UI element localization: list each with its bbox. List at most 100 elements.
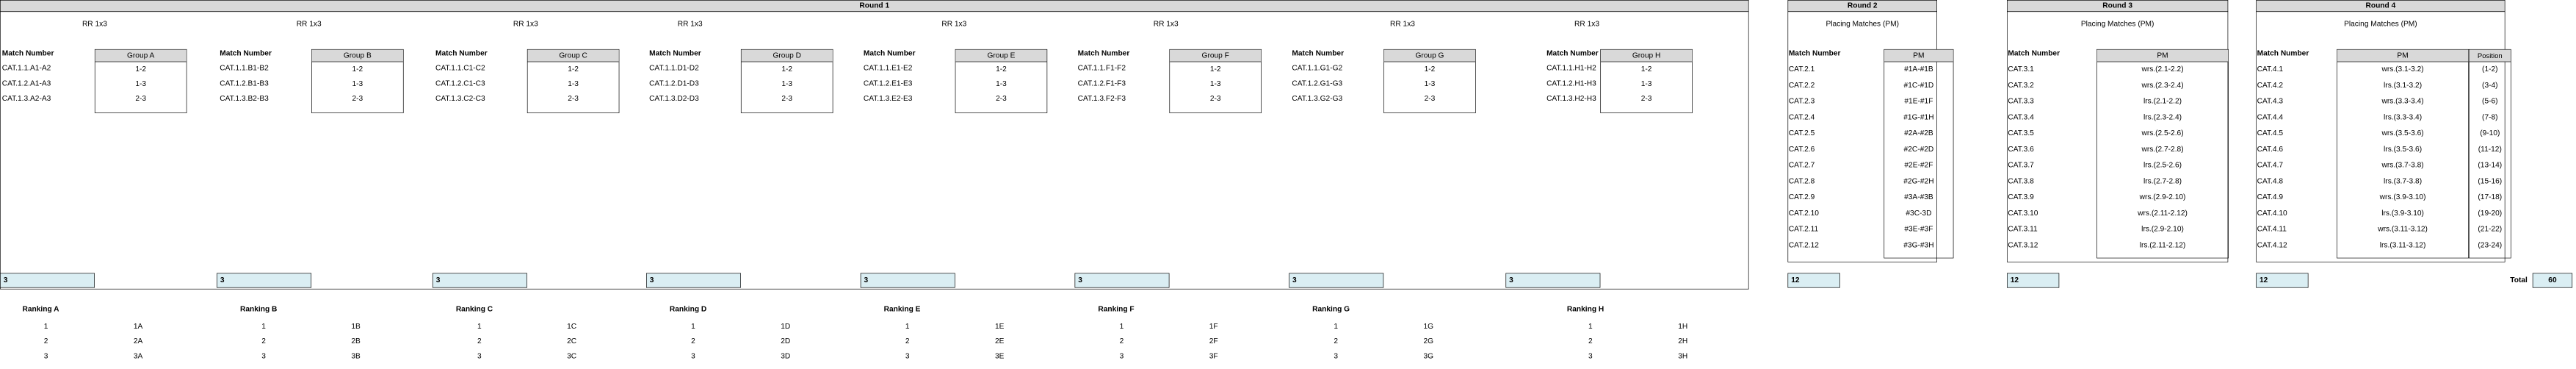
placing-match-number: CAT.3.8	[2008, 176, 2034, 185]
ranking-position: 1	[477, 322, 482, 331]
group-match-number-label: Match Number	[1, 49, 54, 58]
placing-match-number: CAT.3.4	[2008, 112, 2034, 121]
placing-match-number: CAT.3.10	[2008, 209, 2038, 218]
ranking-position: 1	[261, 322, 266, 331]
group-match-number-label: Match Number	[1292, 49, 1345, 58]
round3-match-number-label: Match Number	[2008, 49, 2061, 58]
group-match: CAT.1.1.G1-G2	[1292, 64, 1343, 73]
ranking-code: 1B	[351, 322, 361, 331]
group-match: CAT.1.3.A2-A3	[1, 94, 51, 103]
group-match-number-label: Match Number	[1077, 49, 1130, 58]
round2-count: 12	[1787, 273, 1840, 288]
placing-match-number: CAT.4.4	[2257, 112, 2284, 121]
group-pair: 1-2	[781, 65, 793, 74]
group-pair: 1-3	[135, 79, 147, 88]
round1-subtitle: RR 1x3	[296, 19, 322, 29]
group-pair: 1-2	[1424, 65, 1436, 74]
group-pair: 2-3	[996, 94, 1007, 103]
ranking-code: 1H	[1678, 322, 1688, 331]
placing-match-number: CAT.3.3	[2008, 96, 2034, 106]
group-pair: 1-2	[996, 65, 1007, 74]
group-pair: 1-2	[135, 65, 147, 74]
group-box: Group F 1-2 1-3 2-3	[1169, 49, 1262, 113]
group-box: Group H 1-2 1-3 2-3	[1600, 49, 1693, 113]
group-name: Group H	[1601, 49, 1693, 62]
placing-match-pm: lrs.(3.11-3.12)	[2379, 240, 2426, 250]
placing-match-number: CAT.2.10	[1788, 209, 1819, 218]
placing-match-position: (7-8)	[2482, 112, 2498, 121]
placing-match-pm: lrs.(3.1-3.2)	[2384, 81, 2423, 90]
group-name: Group G	[1383, 49, 1476, 62]
group-match: CAT.1.3.H2-H3	[1546, 94, 1596, 103]
group-name: Group A	[95, 49, 187, 62]
round1-subtitle: RR 1x3	[513, 19, 538, 29]
group-match: CAT.1.3.E2-E3	[863, 94, 913, 103]
group-name: Group F	[1170, 49, 1262, 62]
group-count: 3	[0, 273, 95, 288]
placing-match-pm: wrs.(3.5-3.6)	[2381, 129, 2424, 137]
ranking-code: 2G	[1423, 337, 1434, 345]
group-name: Group B	[311, 49, 403, 62]
ranking-position: 1	[691, 322, 695, 331]
ranking-position: 1	[43, 322, 48, 331]
placing-match-number: CAT.2.7	[1788, 160, 1815, 170]
group-box: Group B 1-2 1-3 2-3	[311, 49, 404, 113]
group-name: Group D	[741, 49, 833, 62]
round1-subtitle: RR 1x3	[1153, 19, 1179, 29]
placing-match-position: (3-4)	[2482, 81, 2498, 90]
placing-match-pm: lrs.(3.7-3.8)	[2384, 176, 2423, 185]
group-match: CAT.1.2.H1-H3	[1546, 79, 1596, 88]
group-count: 3	[860, 273, 955, 288]
placing-match-pm: lrs.(2.11-2.12)	[2139, 240, 2186, 250]
placing-match-pm: lrs.(3.5-3.6)	[2384, 145, 2423, 154]
round1-subtitle: RR 1x3	[1574, 19, 1599, 29]
ranking-code: 2B	[351, 337, 361, 345]
placing-match-pm: wrs.(2.9-2.10)	[2139, 193, 2186, 201]
placing-match-number: CAT.4.9	[2257, 193, 2284, 201]
ranking-position: 2	[43, 337, 48, 345]
group-box: Group A 1-2 1-3 2-3	[94, 49, 187, 113]
placing-match-number: CAT.2.4	[1788, 112, 1815, 121]
placing-match-pm: lrs.(2.3-2.4)	[2143, 112, 2182, 121]
ranking-position: 1	[1588, 322, 1593, 331]
group-pair: 1-3	[781, 79, 793, 88]
placing-match-number: CAT.2.8	[1788, 176, 1815, 185]
ranking-title: Ranking C	[455, 304, 493, 314]
round4-subtitle: Placing Matches (PM)	[2344, 19, 2417, 29]
ranking-code: 2A	[133, 337, 143, 345]
group-pair: 1-3	[1209, 79, 1221, 88]
placing-match-pm: lrs.(2.5-2.6)	[2143, 160, 2182, 170]
placing-match-number: CAT.2.6	[1788, 145, 1815, 154]
placing-match-pm: #2C-#2D	[1903, 145, 1934, 154]
ranking-code: 3B	[351, 351, 361, 360]
ranking-position: 3	[477, 351, 482, 360]
group-match: CAT.1.2.F1-F3	[1077, 79, 1126, 88]
group-match-number-label: Match Number	[1546, 49, 1599, 58]
round2-header: Round 2	[1787, 0, 1938, 12]
placing-match-position: (1-2)	[2482, 65, 2498, 74]
group-pair: 1-3	[1640, 79, 1652, 88]
ranking-position: 2	[905, 337, 910, 345]
placing-match-number: CAT.4.3	[2257, 96, 2284, 106]
placing-match-number: CAT.3.6	[2008, 145, 2034, 154]
placing-match-pm: #2G-#2H	[1903, 176, 1934, 185]
round4-pm-header: PM	[2337, 49, 2469, 62]
group-match: CAT.1.2.G1-G3	[1292, 79, 1343, 88]
group-box: Group C 1-2 1-3 2-3	[527, 49, 620, 113]
ranking-position: 1	[1334, 322, 1339, 331]
ranking-code: 2H	[1678, 337, 1688, 345]
group-pair: 2-3	[568, 94, 579, 103]
placing-match-number: CAT.3.2	[2008, 81, 2034, 90]
group-match: CAT.1.1.C1-C2	[435, 64, 485, 73]
placing-match-pm: lrs.(2.9-2.10)	[2141, 224, 2184, 234]
placing-match-pm: wrs.(2.1-2.2)	[2141, 65, 2184, 74]
group-match: CAT.1.3.G2-G3	[1292, 94, 1343, 103]
placing-match-number: CAT.2.5	[1788, 129, 1815, 137]
ranking-code: 2F	[1209, 337, 1218, 345]
placing-match-pm: #3A-#3B	[1904, 193, 1933, 201]
ranking-code: 3E	[994, 351, 1005, 360]
placing-match-position: (23-24)	[2478, 240, 2503, 250]
ranking-code: 3H	[1678, 351, 1688, 360]
placing-match-pm: #1G-#1H	[1903, 112, 1934, 121]
group-match: CAT.1.3.D2-D3	[649, 94, 699, 103]
